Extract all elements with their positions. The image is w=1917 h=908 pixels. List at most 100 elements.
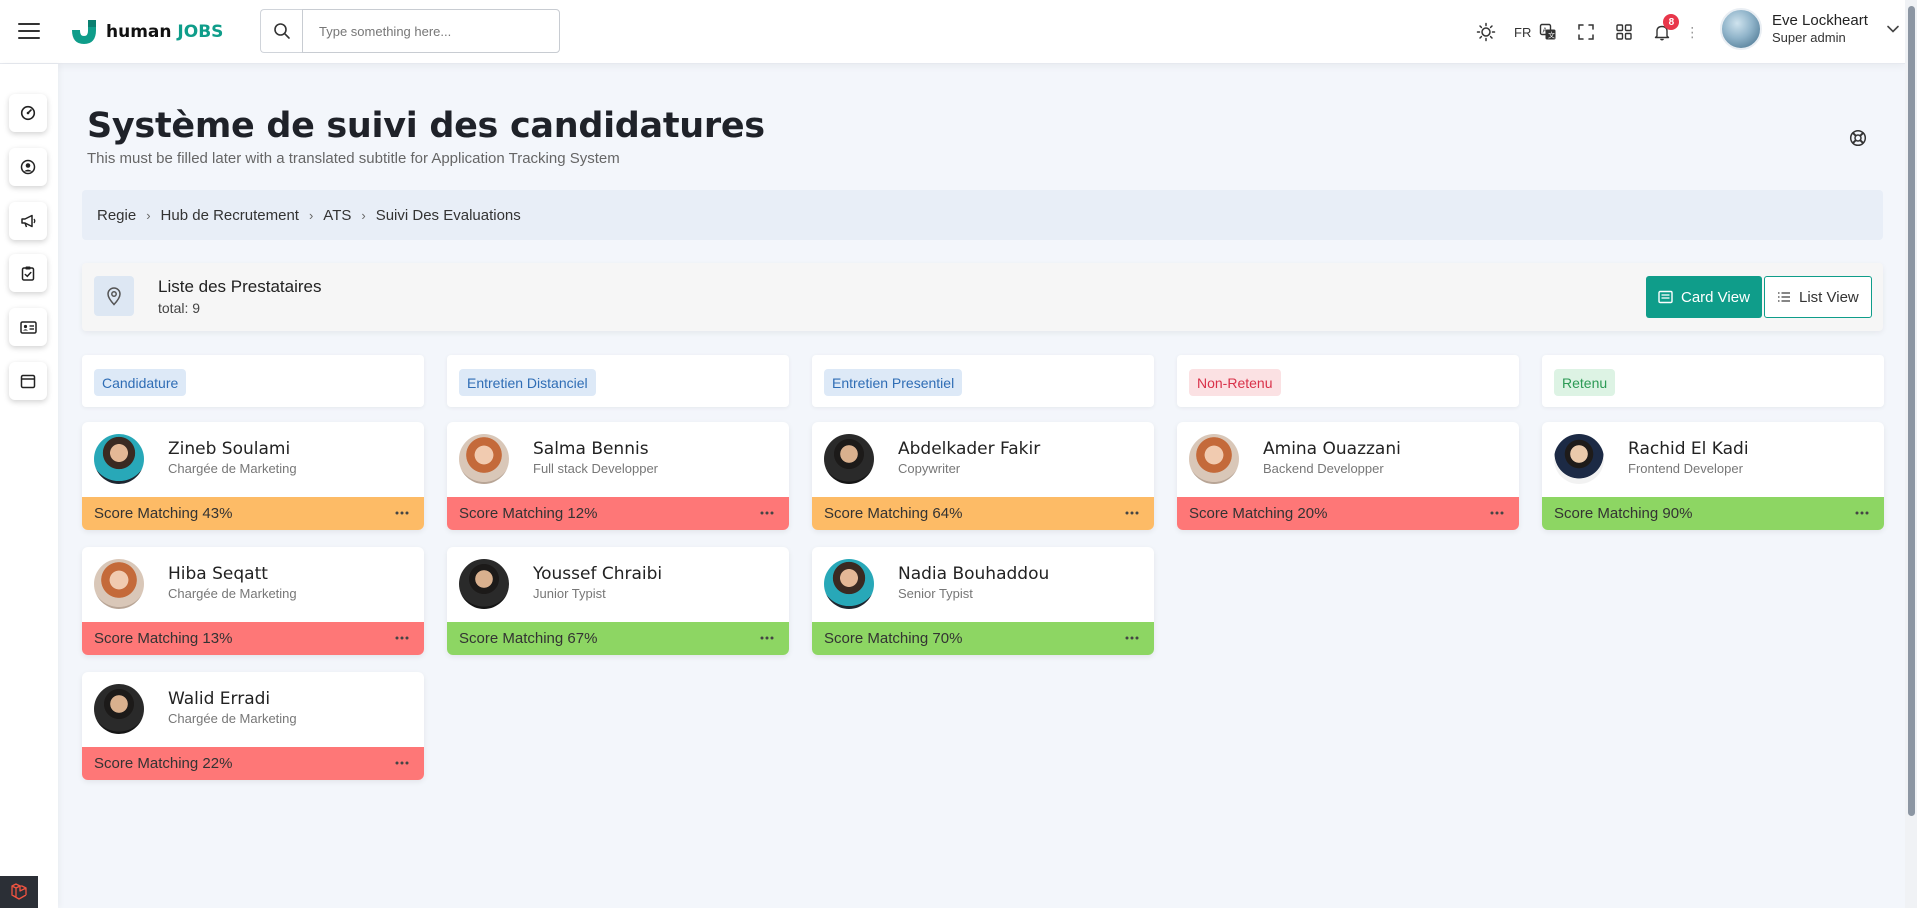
user-role: Super admin: [1772, 30, 1846, 46]
apps-button[interactable]: [1615, 18, 1633, 46]
rail-contacts-button[interactable]: [9, 308, 47, 346]
candidate-card[interactable]: Nadia Bouhaddou Senior Typist Score Matchi…: [812, 547, 1154, 655]
user-menu[interactable]: Eve Lockheart Super admin: [1720, 8, 1900, 50]
rail-announcements-button[interactable]: [9, 202, 47, 240]
more-dots-icon[interactable]: [1124, 632, 1140, 644]
candidate-card[interactable]: Zineb Soulami Chargée de Marketing Score M…: [82, 422, 424, 530]
score-bar: Score Matching 13%: [82, 622, 424, 655]
scrollbar-thumb[interactable]: [1908, 6, 1915, 816]
menu-icon[interactable]: [18, 20, 40, 42]
translate-icon: A文: [1540, 23, 1556, 40]
column-status-tag: Entretien Distanciel: [459, 369, 596, 396]
score-bar: Score Matching 90%: [1542, 497, 1884, 530]
score-label: Score Matching 64%: [824, 505, 963, 522]
avatar: [94, 684, 144, 734]
candidate-role: Frontend Developer: [1628, 461, 1743, 476]
score-bar: Score Matching 64%: [812, 497, 1154, 530]
more-dots-icon[interactable]: [1854, 507, 1870, 519]
more-dots-icon[interactable]: [394, 632, 410, 644]
score-bar: Score Matching 70%: [812, 622, 1154, 655]
avatar: [459, 434, 509, 484]
search-button[interactable]: [260, 9, 302, 53]
column-status-tag: Entretien Presentiel: [824, 369, 963, 396]
candidate-card[interactable]: Amina Ouazzani Backend Developper Score Ma…: [1177, 422, 1519, 530]
candidate-card[interactable]: Hiba Seqatt Chargée de Marketing Score Mat…: [82, 547, 424, 655]
more-menu-icon[interactable]: ⋮: [1685, 18, 1699, 46]
rail-dashboard-button[interactable]: [9, 94, 47, 132]
list-view-icon: [1778, 292, 1790, 302]
apps-grid-icon: [1616, 24, 1633, 40]
dashboard-icon: [20, 105, 36, 121]
score-label: Score Matching 70%: [824, 630, 963, 647]
page-scrollbar[interactable]: [1905, 0, 1917, 908]
candidate-card[interactable]: Salma Bennis Full stack Developper Score M…: [447, 422, 789, 530]
breadcrumb-item-hub[interactable]: Hub de Recrutement: [161, 207, 299, 224]
column-header: Entretien Distanciel: [447, 355, 789, 407]
score-label: Score Matching 13%: [94, 630, 233, 647]
notification-badge: 8: [1663, 14, 1680, 30]
sun-icon: [1476, 22, 1496, 42]
card-view-button[interactable]: Card View: [1646, 276, 1762, 318]
notifications-button[interactable]: 8: [1653, 14, 1680, 46]
translate-button[interactable]: A文: [1539, 18, 1557, 46]
avatar: [1554, 434, 1604, 484]
candidate-role: Backend Developper: [1263, 461, 1384, 476]
breadcrumb-item-current: Suivi Des Evaluations: [375, 206, 521, 224]
score-bar: Score Matching 43%: [82, 497, 424, 530]
logo-mark-icon: [72, 20, 96, 44]
more-dots-icon[interactable]: [394, 507, 410, 519]
candidate-card[interactable]: Abdelkader Fakir Copywriter Score Matching…: [812, 422, 1154, 530]
candidate-card[interactable]: Rachid El Kadi Frontend Developer Score Ma…: [1542, 422, 1884, 530]
candidate-role: Full stack Developper: [533, 461, 658, 476]
column-status-tag: Candidature: [94, 369, 187, 396]
candidate-role: Junior Typist: [533, 586, 606, 601]
score-label: Score Matching 12%: [459, 505, 598, 522]
more-dots-icon[interactable]: [759, 507, 775, 519]
logo[interactable]: human JOBS: [68, 16, 223, 48]
chevron-right-icon: ›: [361, 207, 366, 223]
column-header: Retenu: [1542, 355, 1884, 407]
candidate-role: Copywriter: [898, 461, 961, 476]
search-bar: [260, 9, 560, 53]
calendar-icon: [20, 374, 36, 389]
fullscreen-icon: [1578, 24, 1595, 40]
language-selector[interactable]: FR: [1514, 18, 1531, 46]
breadcrumb-item-regie[interactable]: Regie: [97, 207, 136, 224]
list-view-label: List View: [1799, 288, 1859, 306]
more-dots-icon[interactable]: [394, 757, 410, 769]
rail-calendar-button[interactable]: [9, 362, 47, 400]
score-bar: Score Matching 67%: [447, 622, 789, 655]
score-label: Score Matching 43%: [94, 505, 233, 522]
avatar: [94, 559, 144, 609]
megaphone-icon: [20, 214, 35, 228]
svg-text:文: 文: [1548, 31, 1555, 40]
chevron-right-icon: ›: [308, 207, 314, 223]
rail-users-button[interactable]: [9, 148, 47, 186]
more-dots-icon[interactable]: [1489, 507, 1505, 519]
providers-title: Liste des Prestataires: [158, 277, 322, 296]
score-label: Score Matching 90%: [1554, 505, 1693, 522]
candidate-name: Youssef Chraibi: [533, 564, 663, 584]
column-header: Entretien Presentiel: [812, 355, 1154, 407]
fullscreen-button[interactable]: [1577, 18, 1595, 46]
candidate-name: Abdelkader Fakir: [898, 439, 1041, 459]
user-name: Eve Lockheart: [1772, 11, 1868, 29]
laravel-icon[interactable]: [0, 876, 38, 908]
avatar: [94, 434, 144, 484]
search-input[interactable]: [302, 9, 560, 53]
chevron-right-icon: ›: [146, 207, 151, 223]
column-status-tag: Retenu: [1554, 369, 1616, 396]
more-dots-icon[interactable]: [759, 632, 775, 644]
more-dots-icon[interactable]: [1124, 507, 1140, 519]
breadcrumb-item-ats[interactable]: ATS: [323, 207, 351, 224]
list-view-button[interactable]: List View: [1764, 276, 1872, 318]
top-bar: human JOBS FR A文 8 ⋮ Eve Lockheart Su: [0, 0, 1905, 64]
page-subtitle: This must be filled later with a transla…: [87, 150, 620, 167]
theme-toggle-button[interactable]: [1476, 18, 1496, 46]
candidate-card[interactable]: Walid Erradi Chargée de Marketing Score Ma…: [82, 672, 424, 780]
candidate-name: Salma Bennis: [533, 439, 649, 459]
candidate-name: Rachid El Kadi: [1628, 439, 1749, 459]
help-buoy-icon[interactable]: [1849, 129, 1867, 152]
rail-tasks-button[interactable]: [9, 254, 47, 292]
candidate-card[interactable]: Youssef Chraibi Junior Typist Score Matchi…: [447, 547, 789, 655]
